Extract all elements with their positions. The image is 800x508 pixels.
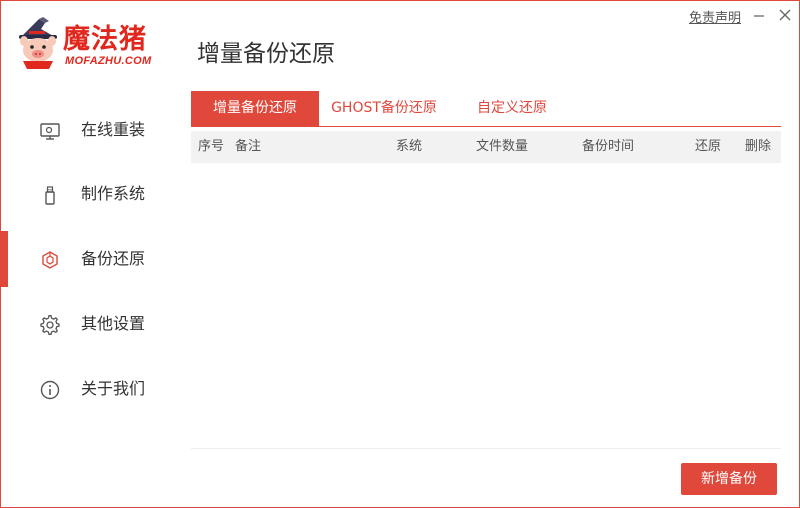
gear-icon: [40, 315, 60, 335]
column-header-restore: 还原: [695, 139, 722, 154]
monitor-icon: [40, 123, 60, 140]
backup-cube-icon: [42, 251, 58, 269]
sidebar-item-label: 其他设置: [81, 314, 146, 333]
column-header-system: 系统: [396, 139, 423, 154]
column-header-file-count: 文件数量: [476, 139, 529, 154]
sidebar-item-label: 在线重装: [81, 120, 146, 139]
column-header-note: 备注: [235, 139, 262, 154]
disclaimer-link[interactable]: 免责声明: [689, 7, 741, 26]
page-title: 增量备份还原: [197, 41, 335, 67]
brand-domain: MOFAZHU.COM: [65, 55, 152, 67]
brand-name: 魔法猪: [63, 24, 147, 55]
sidebar-item-backup-restore[interactable]: 备份还原: [1, 231, 176, 287]
sidebar-item-make-system[interactable]: 制作系统: [1, 166, 176, 222]
app-logo: 魔法猪 MOFAZHU.COM: [15, 17, 180, 73]
tab-incremental-backup[interactable]: 增量备份还原: [191, 91, 319, 126]
tab-custom-restore[interactable]: 自定义还原: [457, 91, 567, 126]
sidebar-item-online-reinstall[interactable]: 在线重装: [1, 102, 176, 158]
sidebar-item-label: 制作系统: [81, 184, 146, 203]
tab-bar: 增量备份还原 GHOST备份还原 自定义还原: [191, 91, 781, 127]
pig-wizard-logo-icon: [19, 17, 57, 69]
table-header: 序号 备注 系统 文件数量 备份时间 还原 删除: [191, 131, 781, 163]
close-icon[interactable]: [777, 7, 793, 23]
usb-drive-icon: [45, 186, 55, 205]
sidebar-item-other-settings[interactable]: 其他设置: [1, 296, 176, 352]
sidebar-item-about-us[interactable]: 关于我们: [1, 361, 176, 417]
column-header-index: 序号: [198, 139, 225, 154]
table-body: [191, 163, 781, 447]
footer-divider: [191, 448, 781, 449]
info-icon: [40, 380, 60, 400]
sidebar-item-label: 备份还原: [81, 249, 146, 268]
sidebar: 魔法猪 MOFAZHU.COM 在线重装 制作系统 备份还原 其他设置 关于我们: [1, 1, 176, 507]
minimize-icon[interactable]: [751, 7, 767, 23]
column-header-backup-time: 备份时间: [582, 139, 635, 154]
app-window: 魔法猪 MOFAZHU.COM 在线重装 制作系统 备份还原 其他设置 关于我们…: [0, 0, 800, 508]
add-backup-button[interactable]: 新增备份: [681, 463, 777, 495]
sidebar-item-label: 关于我们: [81, 379, 146, 398]
tab-ghost-backup[interactable]: GHOST备份还原: [319, 91, 449, 126]
column-header-delete: 删除: [745, 139, 772, 154]
active-indicator: [1, 231, 8, 287]
